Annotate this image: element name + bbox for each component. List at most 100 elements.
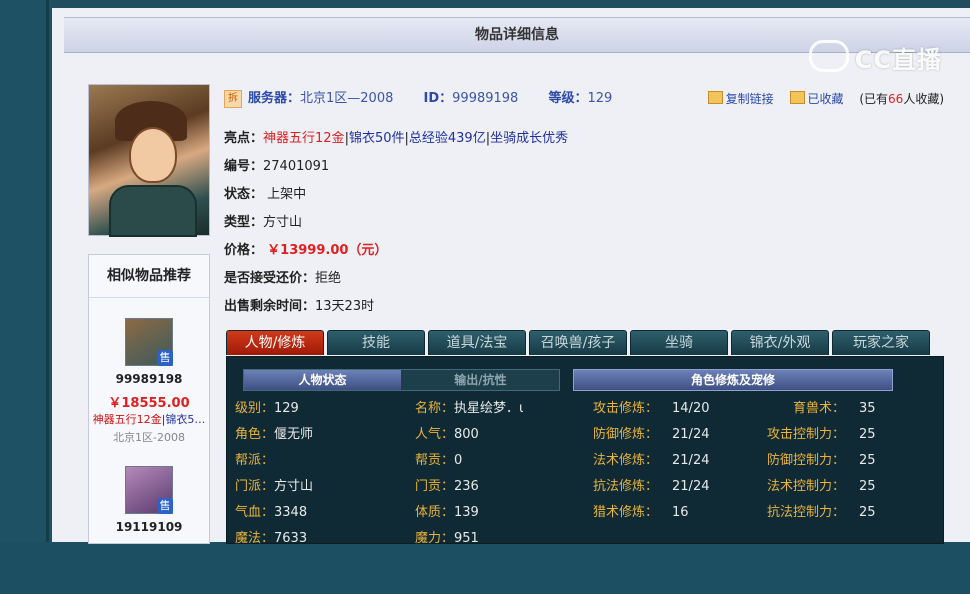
server-label: 服务器： [248,91,301,106]
remaining-time-value: 13天23时 [315,299,375,314]
sale-badge: 售 [157,498,173,514]
serial-value: 27401091 [263,159,330,174]
stat-name: 名称：执星绘梦．ι [415,399,523,419]
tab-mounts[interactable]: 坐骑 [630,330,728,355]
favorite-count: (已有66人收藏) [859,92,944,106]
similar-item-price: ￥18555.00 [108,396,190,411]
stat-attack-cultivation: 攻击修炼： 14/20 [593,399,709,419]
stat-value: 35 [859,401,876,416]
stat-value: 16 [672,505,689,520]
stat-key: 体质： [415,505,455,520]
copy-link-label: 复制链接 [725,92,774,106]
watermark-text: CC直播 [854,46,942,74]
subtab-status[interactable]: 人物状态 [244,370,401,390]
stat-value: 执星绘梦．ι [454,401,524,416]
detail-tabs: 人物/修炼 技能 道具/法宝 召唤兽/孩子 坐骑 锦衣/外观 玩家之家 [226,330,970,356]
stat-value: 偃无师 [274,427,314,442]
price-row: 价格： ￥13999.00（元） [224,240,387,262]
stat-key: 角色： [235,427,275,442]
highlights-row: 亮点：神器五行12金|锦衣50件|总经验439亿|坐骑成长优秀 [224,128,568,150]
stat-key: 人气： [415,427,455,442]
similar-items-box: 相似物品推荐 售 99989198 ￥18555.00 神器五行12金|锦衣5…… [88,254,210,544]
stat-attack-control: 攻击控制力： 25 [759,425,876,445]
stat-key: 猎术修炼： [593,505,659,520]
left-sidebar [0,0,52,542]
stat-resist-cultivation: 抗法修炼： 21/24 [593,477,709,497]
stat-key: 魔力： [415,531,455,546]
similar-item-highlights: 神器五行12金|锦衣5… [89,411,209,427]
stat-value: 800 [454,427,479,442]
item-detail-panel: 物品详细信息 CC直播 相似物品推荐 售 99989198 ￥18555.00 … [52,8,970,546]
stat-popularity: 人气：800 [415,425,479,445]
fav-suffix: 人收藏) [903,92,944,106]
fav-count-number: 66 [888,92,904,106]
info-top-row: 拆服务器：北京1区—2008 ID：99989198 等级：129 复制链接 已… [224,88,944,110]
copy-link-icon [707,91,723,104]
stat-constitution: 体质：139 [415,503,479,523]
tab-outfits[interactable]: 锦衣/外观 [731,330,829,355]
watermark: CC直播 [808,40,942,75]
similar-item-thumbnail[interactable]: 售 [125,318,173,366]
similar-item-highlight-blue: |锦衣5… [161,413,206,426]
similar-item[interactable]: 售 99989198 ￥18555.00 神器五行12金|锦衣5… 北京1区-2… [89,298,209,446]
stat-defense-control: 防御控制力： 25 [759,451,876,471]
similar-item[interactable]: 售 19119109 [89,446,209,594]
stat-value: 25 [859,505,876,520]
stat-key: 级别： [235,401,275,416]
similar-item-highlight-red: 神器五行12金 [92,413,162,426]
stat-value: 7633 [274,531,308,546]
stat-key: 攻击控制力： [766,427,845,442]
stat-value: 129 [274,401,299,416]
tab-items[interactable]: 道具/法宝 [428,330,526,355]
counter-offer-value: 拒绝 [315,271,342,286]
similar-item-thumbnail[interactable]: 售 [125,466,173,514]
highlight-2: 锦衣50件 [348,131,405,146]
tab-character[interactable]: 人物/修炼 [226,330,324,355]
stat-mp: 魔法：7633 [235,529,307,549]
remaining-time-label: 出售剩余时间： [224,299,316,314]
status-label: 状态： [224,187,264,202]
stat-value: 14/20 [672,401,710,416]
stat-value: 3348 [274,505,308,520]
tab-pets[interactable]: 召唤兽/孩子 [529,330,627,355]
tab-player-home[interactable]: 玩家之家 [832,330,930,355]
highlight-4: 坐骑成长优秀 [490,131,569,146]
stat-key: 抗法修炼： [593,479,659,494]
stat-key: 门贡： [415,479,455,494]
stat-magic-cultivation: 法术修炼： 21/24 [593,451,709,471]
type-value: 方寸山 [263,215,303,230]
copy-link-button[interactable]: 复制链接 [707,91,774,106]
serial-row: 编号：27401091 [224,156,329,178]
stat-key: 气血： [235,505,275,520]
stat-value: 25 [859,427,876,442]
id-label: ID： [423,91,453,106]
subtab-output-resist[interactable]: 输出/抗性 [402,370,559,390]
stat-key: 攻击修炼： [593,401,659,416]
counter-offer-row: 是否接受还价：拒绝 [224,268,341,290]
sale-badge: 售 [157,350,173,366]
stat-school-contribution: 门贡：236 [415,477,479,497]
stat-key: 育兽术： [792,401,845,416]
stat-key: 帮派： [235,453,275,468]
server-value: 北京1区—2008 [300,91,394,106]
avatar-body [109,185,197,237]
stat-magic-control: 法术控制力： 25 [759,477,876,497]
character-stats-panel: 人物状态 输出/抗性 角色修炼及宠修 级别：129 角色：偃无师 帮派： 门派：… [226,356,944,546]
stat-value: 139 [454,505,479,520]
favorite-button[interactable]: 已收藏 [789,91,844,106]
tab-skills[interactable]: 技能 [327,330,425,355]
stat-key: 门派： [235,479,275,494]
remaining-time-row: 出售剩余时间：13天23时 [224,296,374,318]
highlights-label: 亮点： [224,131,264,146]
sidebar-stripe [46,0,49,542]
stat-beast-taming: 育兽术： 35 [759,399,876,419]
stat-magic-power: 魔力：951 [415,529,479,549]
highlight-3: 总经验439亿 [408,131,486,146]
fav-prefix: (已有 [859,92,889,106]
stat-value: 21/24 [672,453,710,468]
similar-item-server: 北京1区-2008 [113,431,185,444]
price-value: ￥13999.00（元） [267,243,388,258]
status-value: 上架中 [267,187,307,202]
similar-item-id: 19119109 [115,520,183,534]
stat-level: 级别：129 [235,399,299,419]
